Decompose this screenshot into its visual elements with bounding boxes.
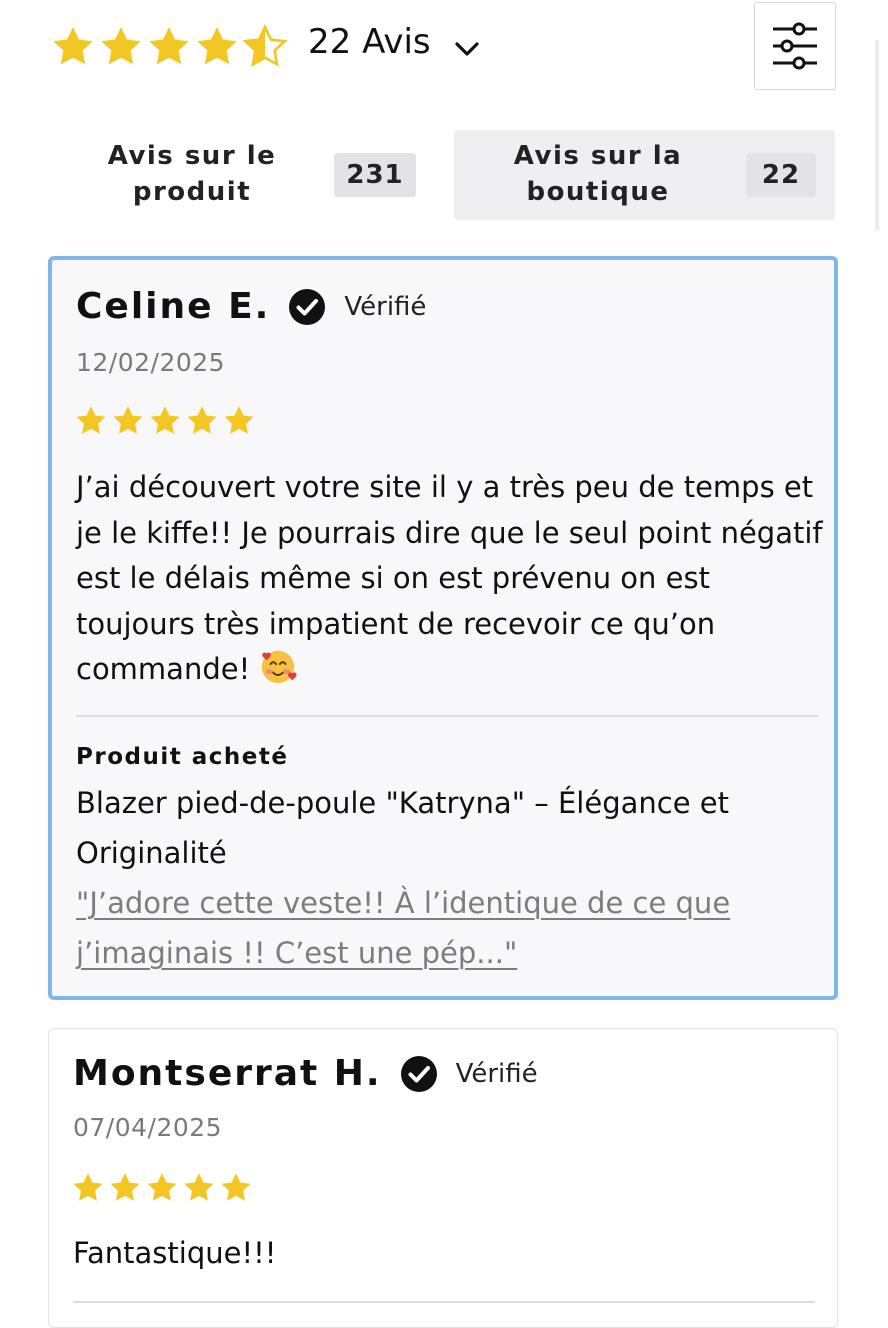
product-review-link[interactable]: "J’adore cette veste!! À l’identique de …: [76, 878, 816, 978]
review-date: 07/04/2025: [73, 1113, 223, 1142]
star-icon: [219, 1171, 253, 1205]
star-icon: [148, 404, 182, 438]
star-icon: [98, 24, 144, 70]
review-text: Fantastique!!!: [73, 1236, 277, 1270]
star-icon: [111, 404, 145, 438]
tab-label: Avis sur la boutique: [513, 141, 683, 207]
star-icon: [222, 404, 256, 438]
star-icon: [194, 24, 240, 70]
star-icon: [71, 1171, 105, 1205]
divider: [76, 715, 818, 717]
review-card[interactable]: Celine E. Vérifié 12/02/2025 J’ai découv…: [48, 256, 838, 1000]
half-star-icon: [242, 24, 288, 70]
review-rating-stars: [74, 404, 256, 438]
star-icon: [182, 1171, 216, 1205]
purchased-product-name: Blazer pied-de-poule "Katryna" – Éléganc…: [76, 786, 729, 870]
star-icon: [146, 24, 192, 70]
tab-count-badge: 22: [746, 153, 816, 197]
reviews-header: 22 Avis: [0, 0, 888, 230]
reviewer-row: Celine E. Vérifié: [76, 286, 426, 327]
verified-check-icon: [289, 288, 326, 325]
reviewer-name: Celine E.: [76, 286, 271, 327]
tab-store-reviews[interactable]: Avis sur la boutique 22: [454, 130, 835, 220]
tab-label: Avis sur le produit: [107, 141, 277, 207]
filter-button[interactable]: [754, 2, 836, 90]
summary-rating-stars: [50, 24, 288, 70]
verified-check-icon: [400, 1055, 437, 1092]
divider: [73, 1301, 815, 1303]
star-icon: [50, 24, 96, 70]
reviewer-name: Montserrat H.: [73, 1053, 382, 1094]
tab-product-reviews[interactable]: Avis sur le produit 231: [52, 130, 432, 220]
review-body-text: J’ai découvert votre site il y a très pe…: [76, 470, 823, 686]
review-date: 12/02/2025: [76, 348, 226, 377]
chevron-down-icon[interactable]: [452, 34, 482, 64]
scrollbar[interactable]: [875, 40, 879, 230]
verified-label: Vérifié: [455, 1058, 538, 1089]
star-icon: [185, 404, 219, 438]
review-count-dropdown[interactable]: 22 Avis: [308, 22, 431, 62]
sliders-icon: [773, 22, 817, 70]
review-text: J’ai découvert votre site il y a très pe…: [76, 465, 826, 693]
reviewer-row: Montserrat H. Vérifié: [73, 1053, 538, 1094]
star-icon: [145, 1171, 179, 1205]
purchased-product-heading: Produit acheté: [76, 744, 289, 770]
tab-count-badge: 231: [334, 153, 416, 197]
smiling-face-with-hearts-icon: [262, 650, 298, 684]
star-icon: [108, 1171, 142, 1205]
review-card[interactable]: Montserrat H. Vérifié 07/04/2025 Fantast…: [48, 1028, 838, 1328]
star-icon: [74, 404, 108, 438]
review-rating-stars: [71, 1171, 253, 1205]
verified-label: Vérifié: [344, 291, 427, 322]
